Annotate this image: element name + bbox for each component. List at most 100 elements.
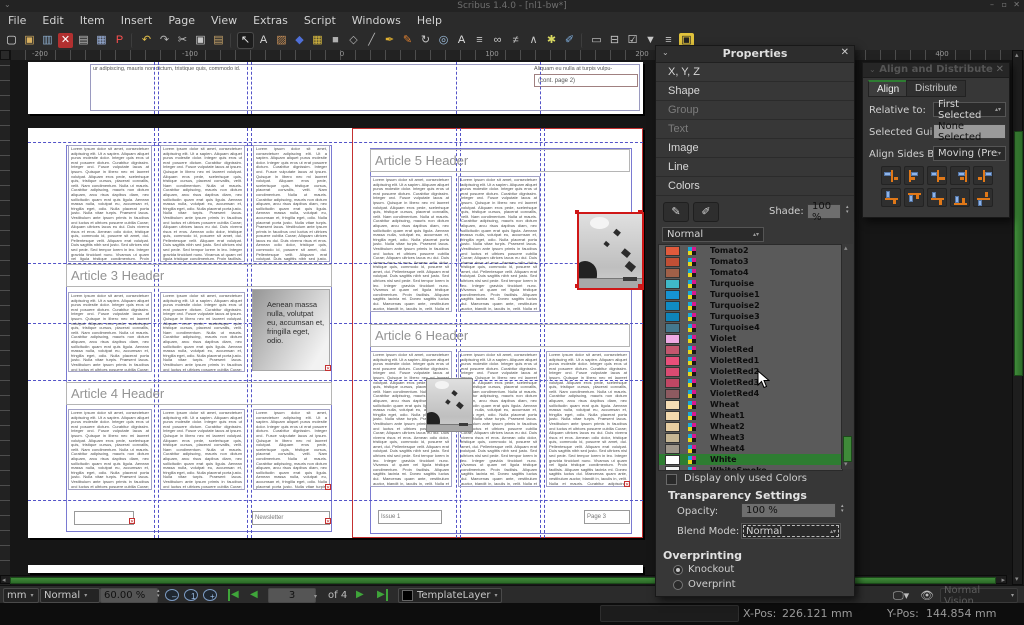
zoom-out-icon[interactable]: – <box>165 589 179 601</box>
text-frame[interactable]: Lorem ipsum dolor sit amet, consectetuer… <box>253 145 330 262</box>
color-list-scrollbar-thumb[interactable] <box>843 436 852 462</box>
undo-icon[interactable]: ↶ <box>139 33 154 48</box>
edit-line-color-button[interactable]: ✎ <box>663 202 689 222</box>
menu-item[interactable]: Item <box>72 12 113 30</box>
properties-panel-titlebar[interactable]: ⌄ Properties ✕ <box>656 46 854 63</box>
shade-spinner[interactable]: ▴▾ <box>846 205 849 215</box>
insert-render-frame-icon[interactable]: ◆ <box>292 33 307 48</box>
footer-frame-newsletter[interactable]: Newsletter <box>252 511 330 525</box>
blend-mode-select[interactable]: Normal▴▾ <box>741 523 841 539</box>
align-bottom-out-button[interactable] <box>973 188 993 207</box>
preflight-verifier-icon[interactable]: ▦ <box>94 33 109 48</box>
align-right-button[interactable] <box>950 166 970 185</box>
text-frame[interactable]: Lorem ipsum dolor sit amet, consectetuer… <box>253 409 330 490</box>
VioletRed4[interactable]: VioletRed4 <box>659 388 842 399</box>
panel-close-icon[interactable]: ✕ <box>841 47 849 58</box>
vertical-scrollbar[interactable]: ▴ ▾ <box>1012 50 1023 585</box>
menu-item[interactable]: View <box>203 12 245 30</box>
text-frame[interactable]: Lorem ipsum dolor sit amet, consectetuer… <box>160 145 245 262</box>
insert-image-frame-icon[interactable]: ▨ <box>274 33 289 48</box>
Turquoise1[interactable]: Turquoise1 <box>659 289 842 300</box>
tab-align[interactable]: Align <box>868 80 908 97</box>
article-4-header-frame[interactable]: Article 4 Header <box>66 382 332 405</box>
rotate-item-icon[interactable]: ↻ <box>418 33 433 48</box>
menu-item[interactable]: Edit <box>34 12 71 30</box>
menu-item[interactable]: Script <box>296 12 344 30</box>
Turquoise[interactable]: Turquoise <box>659 278 842 289</box>
preview-eye-icon[interactable]: 👁 <box>920 589 934 602</box>
export-pdf-icon[interactable]: P <box>112 33 127 48</box>
separator[interactable] <box>131 33 135 48</box>
save-file-icon[interactable]: ▥ <box>40 33 55 48</box>
properties-section-button[interactable]: Group <box>656 101 854 120</box>
Wheat4[interactable]: Wheat4 <box>659 443 842 454</box>
Wheat3[interactable]: Wheat3 <box>659 432 842 443</box>
text-frame[interactable]: Lorem ipsum dolor sit amet, consectetuer… <box>160 292 245 372</box>
VioletRed1[interactable]: VioletRed1 <box>659 355 842 366</box>
Tomato2[interactable]: Tomato2 <box>659 245 842 256</box>
gradient-mode-select[interactable]: Normal▴▾ <box>662 227 764 242</box>
properties-section-button[interactable]: Image <box>656 139 854 158</box>
last-page-button[interactable]: ▶ <box>377 589 388 601</box>
text-frame[interactable]: Lorem ipsum dolor sit amet, consectetuer… <box>160 409 245 490</box>
article-3-header-frame[interactable]: Article 3 Header <box>66 264 332 287</box>
continuation-frame[interactable]: (cont. page 2) <box>534 74 638 87</box>
VioletRed2[interactable]: VioletRed2 <box>659 366 842 377</box>
horizontal-scrollbar[interactable]: ◂ ▸ <box>0 575 1007 584</box>
footer-frame-page[interactable]: Page 3 <box>584 510 630 524</box>
menu-item[interactable]: Page <box>160 12 203 30</box>
insert-table-icon[interactable]: ▦ <box>310 33 325 48</box>
knockout-radio[interactable] <box>673 565 683 575</box>
ruler-origin-corner[interactable] <box>0 50 10 60</box>
unit-select[interactable]: mm▾ <box>3 588 39 603</box>
align-left-out-button[interactable] <box>881 166 901 185</box>
opacity-input[interactable]: 100 % <box>741 503 836 518</box>
WhiteSmoke[interactable]: WhiteSmoke <box>659 465 842 471</box>
Violet[interactable]: Violet <box>659 333 842 344</box>
properties-section-button[interactable]: Colors <box>656 177 854 196</box>
separator[interactable] <box>581 33 585 48</box>
page-spread-main[interactable]: Lorem ipsum dolor sit amet, consectetuer… <box>28 128 643 538</box>
Tomato3[interactable]: Tomato3 <box>659 256 842 267</box>
unlink-text-frames-icon[interactable]: ≠ <box>508 33 523 48</box>
paste-icon[interactable]: ▤ <box>211 33 226 48</box>
Turquoise2[interactable]: Turquoise2 <box>659 300 842 311</box>
align-left-button[interactable] <box>904 166 924 185</box>
White[interactable]: White <box>659 454 842 465</box>
new-document-icon[interactable]: ▢ <box>4 33 19 48</box>
first-page-button[interactable]: ◀ <box>228 589 239 601</box>
separator[interactable] <box>230 33 234 48</box>
zoom-icon[interactable]: ◎ <box>436 33 451 48</box>
panel-close-icon[interactable]: ✕ <box>996 64 1004 75</box>
tab-distribute[interactable]: Distribute <box>906 80 966 97</box>
pdf-push-button-icon[interactable]: ▭ <box>589 33 604 48</box>
link-text-frames-icon[interactable]: ∞ <box>490 33 505 48</box>
Turquoise3[interactable]: Turquoise3 <box>659 311 842 322</box>
VioletRed3[interactable]: VioletRed3 <box>659 377 842 388</box>
color-list[interactable]: Tomato2 Tomato3 Tomato4 Turqu <box>658 244 843 471</box>
measurements-icon[interactable]: ∧ <box>526 33 541 48</box>
previous-page-button[interactable]: ◀ <box>250 589 258 601</box>
align-panel-titlebar[interactable]: ⌄ Align and Distribute ✕ <box>863 63 1009 78</box>
eye-dropper-icon[interactable]: ✐ <box>562 33 577 48</box>
text-frame[interactable]: ur adipiscing, mauris non dictum, tristi… <box>90 64 640 111</box>
edit-contents-icon[interactable]: A <box>454 33 469 48</box>
menu-item[interactable]: File <box>0 12 34 30</box>
color-list-scrollbar[interactable]: ▴ ▾ <box>841 244 853 469</box>
align-right-out-button[interactable] <box>973 166 993 185</box>
vertical-scrollbar-thumb[interactable] <box>1014 131 1023 376</box>
Wheat1[interactable]: Wheat1 <box>659 410 842 421</box>
VioletRed[interactable]: VioletRed <box>659 344 842 355</box>
redo-icon[interactable]: ↷ <box>157 33 172 48</box>
next-page-button[interactable]: ▶ <box>356 589 364 601</box>
text-frame[interactable]: Lorem ipsum dolor sit amet, consectetuer… <box>370 176 452 312</box>
display-only-used-checkbox[interactable] <box>666 474 677 485</box>
menu-item[interactable]: Extras <box>245 12 296 30</box>
align-top-button[interactable] <box>904 188 924 207</box>
shade-input[interactable]: 100 % <box>807 204 841 219</box>
open-file-icon[interactable]: ▣ <box>22 33 37 48</box>
align-top-out-button[interactable] <box>881 188 901 207</box>
article-5-header-frame[interactable]: Article 5 Header <box>370 149 630 172</box>
pdf-checkbox-icon[interactable]: ☑ <box>625 33 640 48</box>
minimize-icon[interactable]: – <box>990 0 994 9</box>
